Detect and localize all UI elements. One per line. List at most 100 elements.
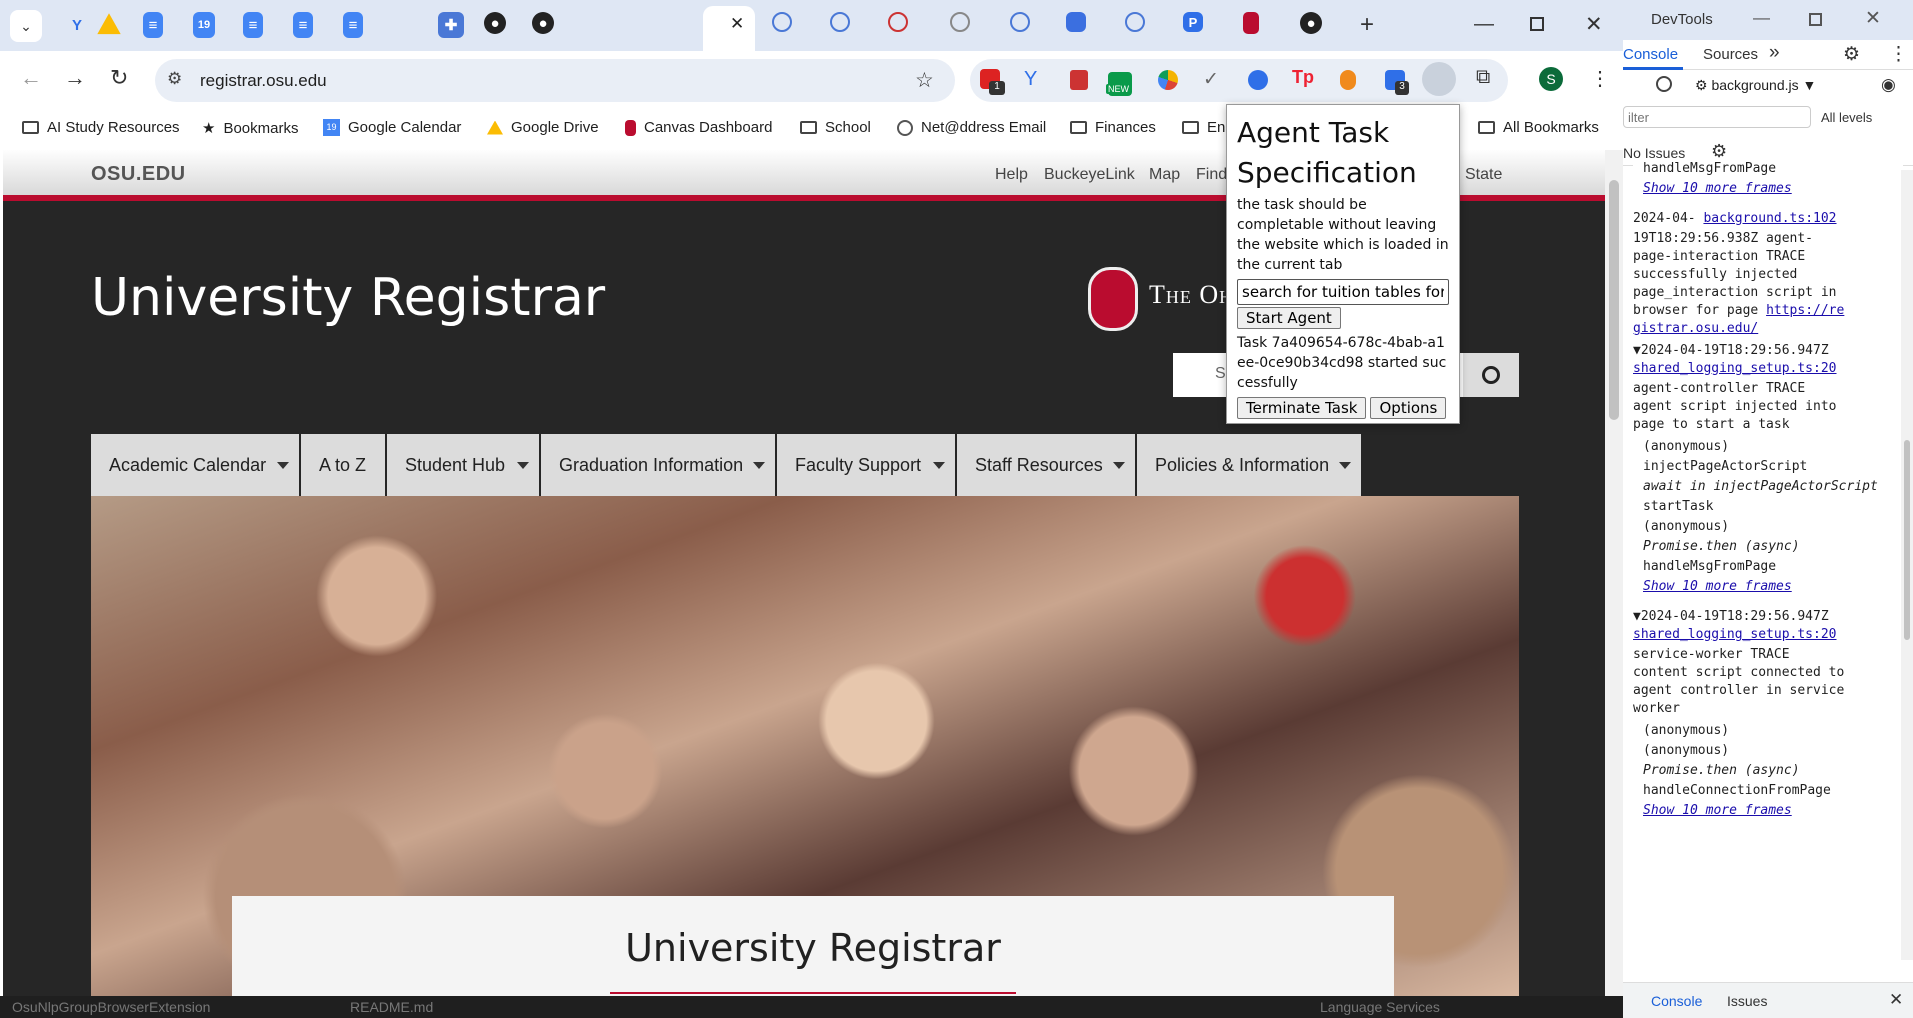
tab-favicon-square[interactable] <box>1066 12 1086 32</box>
osu-logo[interactable]: OSU.EDU <box>91 163 186 186</box>
bookmark-link[interactable]: Google Drive <box>487 119 599 136</box>
extension-icon[interactable]: Y <box>1024 68 1037 91</box>
minimize-button[interactable]: — <box>1474 13 1494 36</box>
gear-icon[interactable]: ⚙ <box>1711 141 1727 162</box>
github-icon[interactable]: ● <box>484 12 506 34</box>
agent-extension-icon[interactable] <box>1422 62 1456 96</box>
options-button[interactable]: Options <box>1370 397 1447 419</box>
tab-search-button[interactable]: ⌄ <box>10 10 42 42</box>
top-link-buckeyelink[interactable]: BuckeyeLink <box>1044 166 1135 184</box>
drive-icon[interactable] <box>97 13 121 35</box>
nav-policies-information[interactable]: Policies & Information <box>1137 434 1361 496</box>
puzzle-icon[interactable]: ⧉ <box>1476 66 1490 89</box>
clear-console-icon[interactable] <box>1656 76 1672 92</box>
filter-input[interactable] <box>1623 106 1811 128</box>
tab-favicon-p[interactable]: P <box>1183 12 1203 32</box>
top-link-help[interactable]: Help <box>995 166 1028 184</box>
address-text[interactable]: registrar.osu.edu <box>200 71 327 91</box>
avatar[interactable]: S <box>1539 67 1563 91</box>
drawer-tab-issues[interactable]: Issues <box>1727 993 1767 1009</box>
status-file[interactable]: README.md <box>350 999 433 1015</box>
osu-block-o-logo[interactable] <box>1088 267 1138 331</box>
scrollbar-thumb[interactable] <box>1609 180 1619 420</box>
close-icon[interactable]: ✕ <box>1889 990 1903 1010</box>
console-entry[interactable]: Show 10 more frames <box>1633 578 1903 596</box>
eye-icon[interactable]: ◉ <box>1881 75 1896 95</box>
tab-favicon-circle[interactable] <box>772 12 792 32</box>
terminate-task-button[interactable]: Terminate Task <box>1237 397 1367 419</box>
source-link[interactable]: background.ts:102 <box>1703 211 1836 226</box>
tab-favicon-circle[interactable] <box>1125 12 1145 32</box>
console-entry[interactable]: Show 10 more frames <box>1633 802 1903 820</box>
bookmark-folder[interactable]: ★ Bookmarks <box>202 119 298 138</box>
top-link-state[interactable]: State <box>1465 166 1502 184</box>
close-window-button[interactable]: ✕ <box>1865 7 1881 30</box>
top-link-map[interactable]: Map <box>1149 166 1180 184</box>
scrollbar-thumb[interactable] <box>1904 440 1910 640</box>
bookmark-link[interactable]: Canvas Dashboard <box>625 119 772 136</box>
puzzle-icon[interactable]: ✚ <box>438 12 464 38</box>
issues-label[interactable]: No Issues <box>1623 145 1685 161</box>
forward-button[interactable]: → <box>64 65 86 91</box>
bookmark-folder[interactable]: En <box>1182 119 1225 136</box>
task-input[interactable] <box>1237 279 1449 305</box>
extension-icon[interactable] <box>1248 70 1268 90</box>
source-link[interactable]: shared_logging_setup.ts:20 <box>1633 627 1837 642</box>
nav-graduation-information[interactable]: Graduation Information <box>541 434 775 496</box>
bookmark-link[interactable]: Net@ddress Email <box>897 119 1046 136</box>
tab-favicon-circle[interactable] <box>1010 12 1030 32</box>
devtools-scrollbar[interactable] <box>1901 170 1913 960</box>
calendar-icon[interactable]: 19 <box>193 12 215 38</box>
minimize-button[interactable]: — <box>1753 8 1770 28</box>
bookmark-folder[interactable]: Finances <box>1070 119 1156 136</box>
status-project[interactable]: OsuNlpGroupBrowserExtension <box>12 999 210 1015</box>
drawer-tab-console[interactable]: Console <box>1651 993 1702 1009</box>
tab-active[interactable]: ✕ <box>703 6 755 51</box>
tab-console[interactable]: Console <box>1623 46 1678 63</box>
address-bar[interactable]: ⚙ registrar.osu.edu ☆ <box>155 59 955 102</box>
source-link[interactable]: shared_logging_setup.ts:20 <box>1633 361 1837 376</box>
bookmark-folder[interactable]: AI Study Resources <box>22 119 180 136</box>
tab-favicon-y[interactable]: Y <box>64 12 90 38</box>
maximize-button[interactable] <box>1809 13 1822 26</box>
close-window-button[interactable]: ✕ <box>1585 12 1603 37</box>
docs-icon[interactable]: ≡ <box>143 12 163 38</box>
top-link-find[interactable]: Find <box>1196 166 1227 184</box>
tab-sources[interactable]: Sources <box>1703 46 1758 63</box>
bookmark-folder[interactable]: School <box>800 119 871 136</box>
status-language[interactable]: Language Services <box>1320 999 1440 1015</box>
github-icon[interactable]: ● <box>1300 12 1322 34</box>
menu-icon[interactable]: ⋮ <box>1889 43 1908 66</box>
back-button[interactable]: ← <box>20 65 42 91</box>
gear-icon[interactable]: ⚙ <box>1843 43 1860 66</box>
tab-favicon-circle[interactable] <box>950 12 970 32</box>
site-info-icon[interactable]: ⚙ <box>167 69 182 89</box>
extension-icon[interactable]: Tp <box>1292 67 1314 88</box>
extension-icon[interactable] <box>1340 70 1356 90</box>
star-icon[interactable]: ☆ <box>915 68 934 93</box>
nav-staff-resources[interactable]: Staff Resources <box>957 434 1135 496</box>
osu-icon[interactable] <box>1243 12 1259 34</box>
menu-icon[interactable]: ⋮ <box>1590 66 1610 91</box>
extension-icon[interactable] <box>1158 70 1178 90</box>
reload-button[interactable]: ↻ <box>110 65 128 91</box>
nav-academic-calendar[interactable]: Academic Calendar <box>91 434 299 496</box>
nav-student-hub[interactable]: Student Hub <box>387 434 539 496</box>
tab-favicon-circle[interactable] <box>830 12 850 32</box>
docs-icon[interactable]: ≡ <box>293 12 313 38</box>
extension-icon[interactable]: ✓ <box>1203 68 1219 91</box>
context-selector[interactable]: ⚙ background.js ▼ <box>1695 77 1816 94</box>
more-tabs-icon[interactable]: » <box>1769 42 1780 64</box>
tab-favicon-circle[interactable] <box>888 12 908 32</box>
nav-a-to-z[interactable]: A to Z <box>301 434 385 496</box>
search-button[interactable] <box>1463 353 1519 397</box>
new-tab-button[interactable]: + <box>1360 11 1374 39</box>
log-levels-dropdown[interactable]: All levels <box>1821 110 1872 125</box>
bookmark-folder[interactable]: All Bookmarks <box>1478 119 1599 136</box>
start-agent-button[interactable]: Start Agent <box>1237 307 1341 329</box>
github-icon[interactable]: ● <box>532 12 554 34</box>
maximize-button[interactable] <box>1530 17 1544 31</box>
close-icon[interactable]: ✕ <box>730 14 744 34</box>
page-scrollbar[interactable] <box>1605 150 1623 996</box>
console-entry[interactable]: Show 10 more frames <box>1633 180 1903 198</box>
